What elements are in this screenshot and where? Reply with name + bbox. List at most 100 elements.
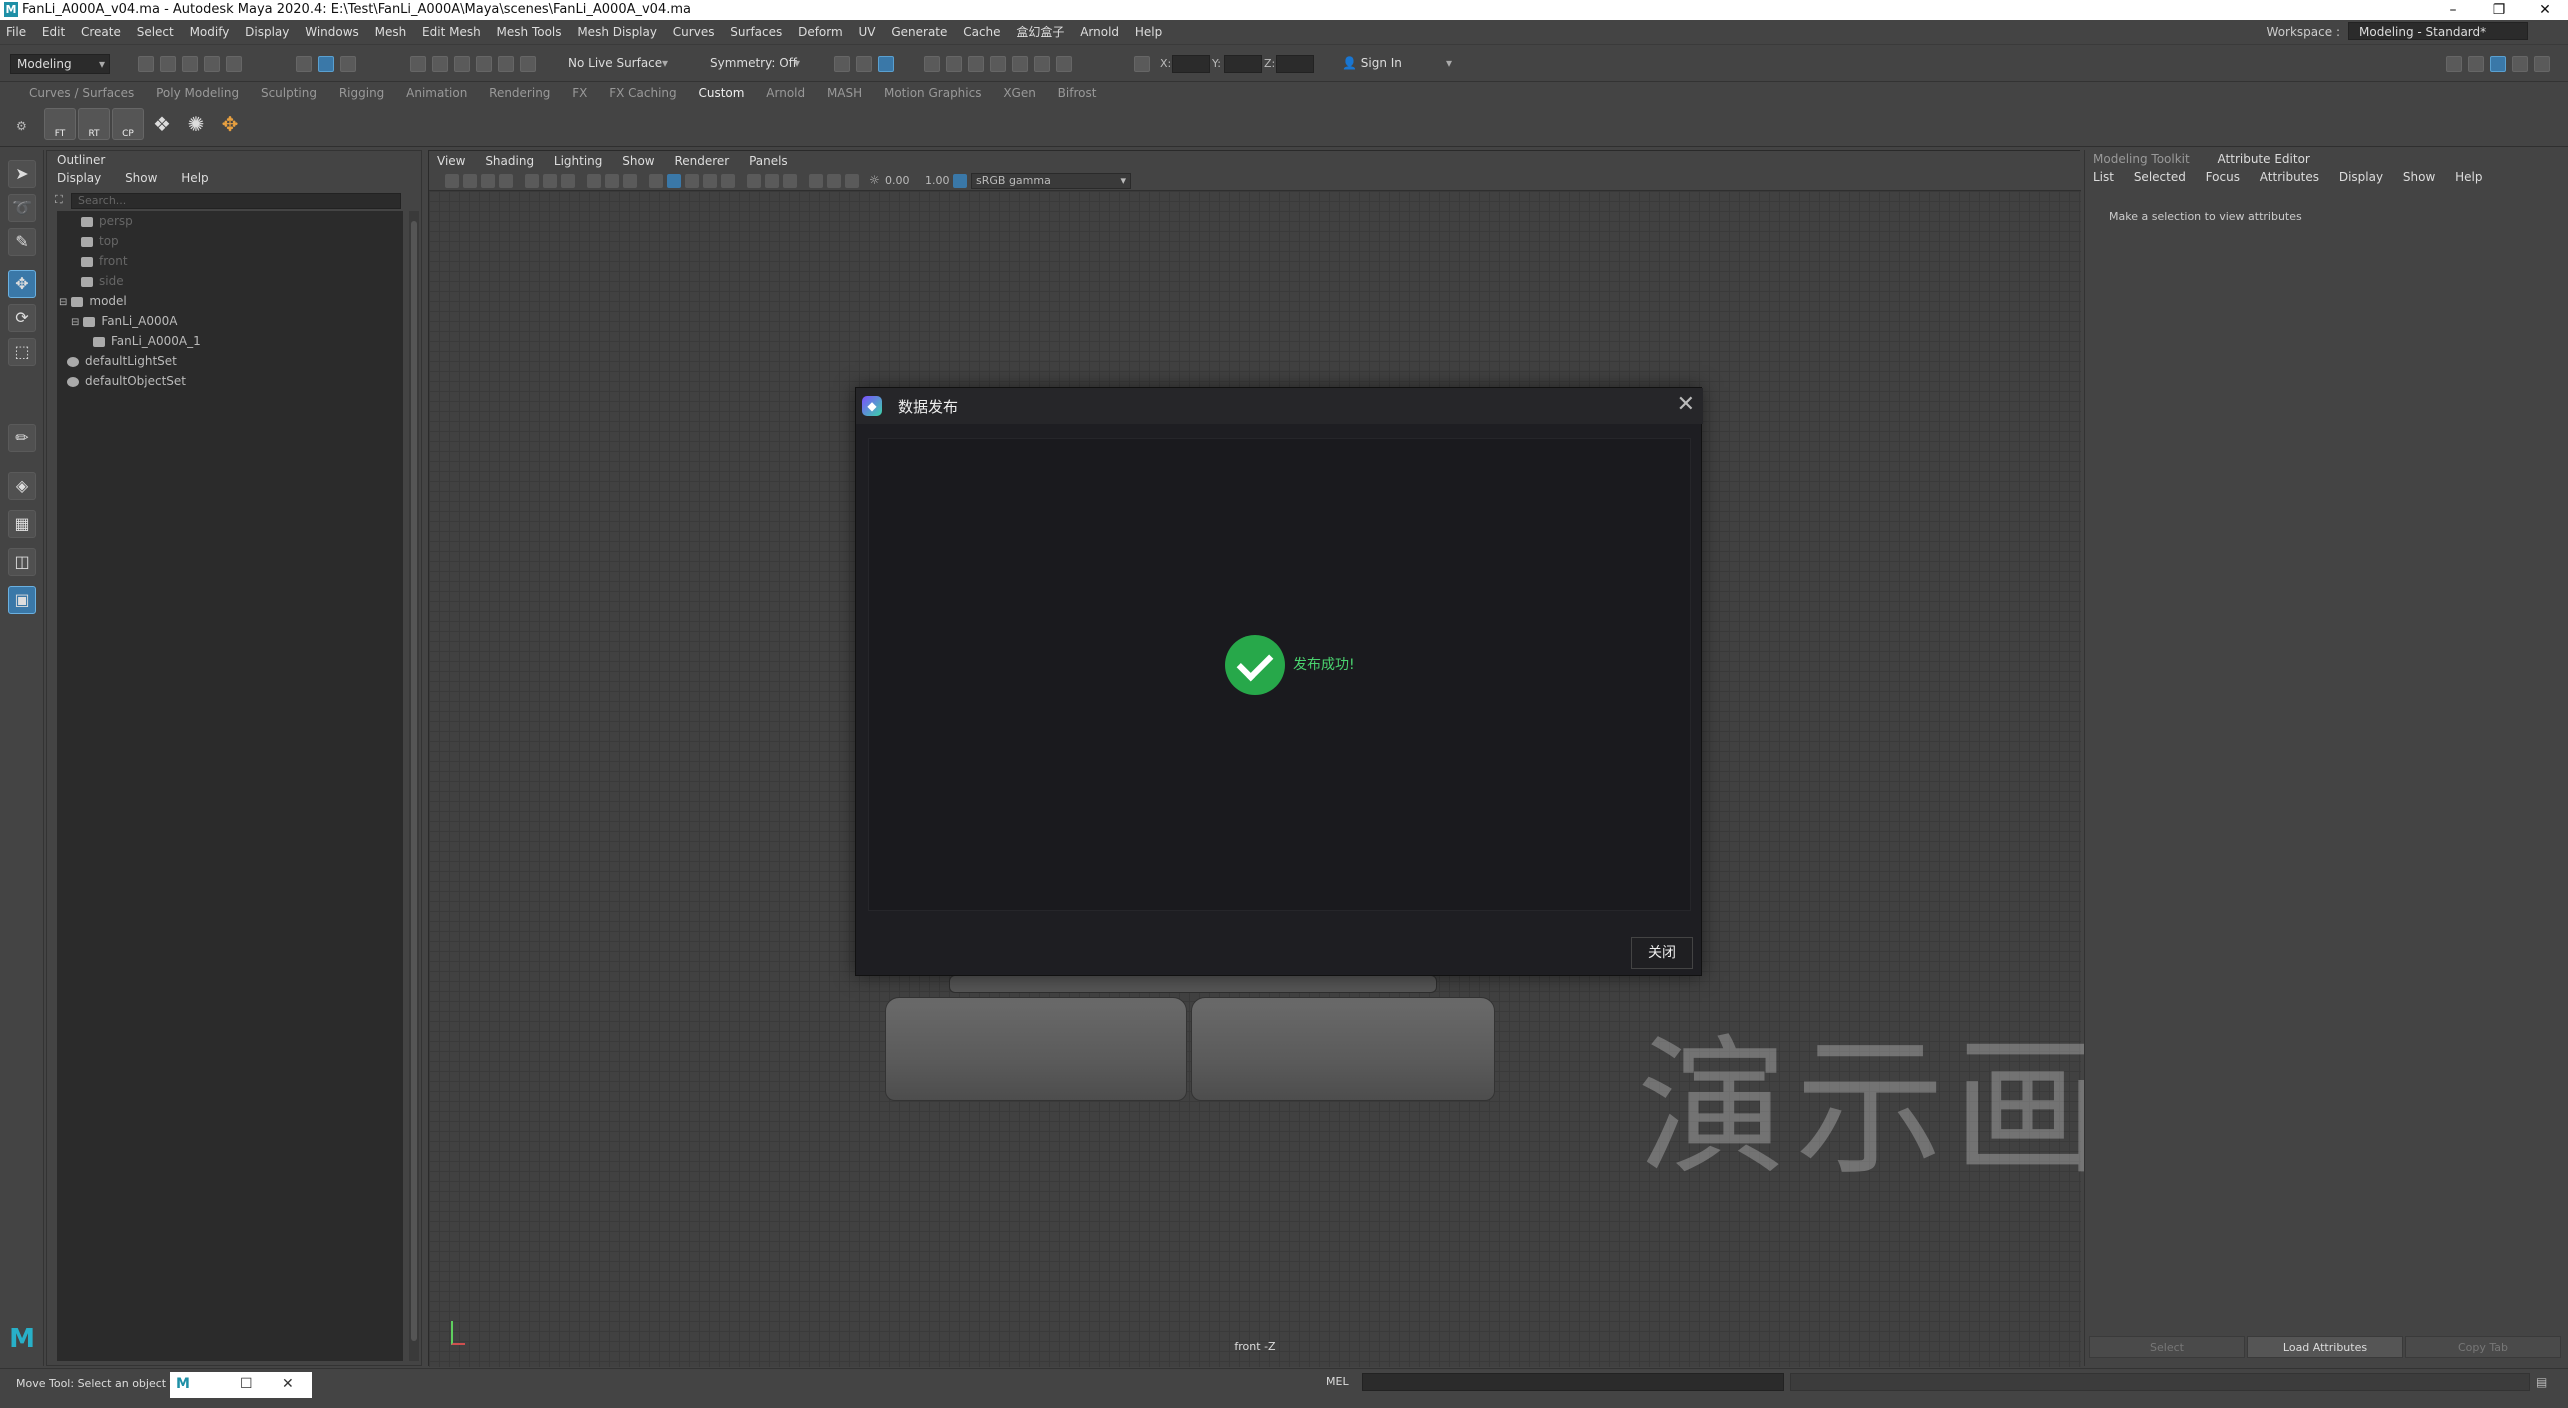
minimized-window[interactable]: M ☐ ✕ [170, 1372, 312, 1398]
attribute-editor-icon[interactable] [2468, 56, 2484, 72]
layout-four-icon[interactable]: ▦ [8, 510, 36, 538]
cube-shelf-icon[interactable]: ❖ [146, 108, 178, 140]
layout-single-icon[interactable]: ▣ [8, 586, 36, 614]
shelf-tab-rigging[interactable]: Rigging [339, 86, 384, 100]
lasso-tool-icon[interactable]: ➰ [8, 194, 36, 222]
menu-modify[interactable]: Modify [190, 25, 230, 39]
shelf-tab-bifrost[interactable]: Bifrost [1058, 86, 1097, 100]
layer-editor-icon[interactable] [2534, 56, 2550, 72]
shelf-tab-arnold[interactable]: Arnold [766, 86, 805, 100]
channel-box-icon[interactable] [2490, 56, 2506, 72]
viewport-menu-view[interactable]: View [437, 154, 465, 168]
shadows-icon[interactable] [685, 174, 699, 188]
menu-mesh-display[interactable]: Mesh Display [577, 25, 657, 39]
image-plane-icon[interactable] [499, 174, 513, 188]
shelf-tab-fx[interactable]: FX [572, 86, 587, 100]
menu-help[interactable]: Help [1135, 25, 1162, 39]
viewport-menu-panels[interactable]: Panels [749, 154, 788, 168]
transform-mode-icon[interactable] [1134, 56, 1150, 72]
select-hierarchy-icon[interactable] [296, 56, 312, 72]
tree-node-front[interactable]: front [81, 251, 128, 271]
outliner-menu-help[interactable]: Help [181, 171, 208, 185]
hypershade-icon[interactable] [946, 56, 962, 72]
layout-two-icon[interactable]: ◫ [8, 548, 36, 576]
camera-attributes-icon[interactable] [463, 174, 477, 188]
menu-cache[interactable]: Cache [963, 25, 1000, 39]
tab-modeling-toolkit[interactable]: Modeling Toolkit [2093, 152, 2190, 166]
ae-menu-show[interactable]: Show [2403, 170, 2435, 184]
tool-settings-icon[interactable] [2512, 56, 2528, 72]
sign-in-dropdown[interactable]: 👤 Sign In [1336, 54, 1456, 74]
menu-mesh[interactable]: Mesh [375, 25, 407, 39]
tree-node-fanli-a000a-1[interactable]: FanLi_A000A_1 [93, 331, 201, 351]
menu-generate[interactable]: Generate [891, 25, 947, 39]
hud-icon[interactable] [827, 174, 841, 188]
menu-uv[interactable]: UV [859, 25, 876, 39]
dialog-close-button[interactable]: 关闭 [1631, 937, 1693, 969]
minimized-restore-icon[interactable]: ☐ [240, 1376, 253, 1392]
shelf-tab-custom[interactable]: Custom [698, 86, 744, 100]
shelf-tab-mash[interactable]: MASH [827, 86, 862, 100]
menu-surfaces[interactable]: Surfaces [730, 25, 782, 39]
soft-select-icon[interactable]: ◈ [8, 472, 36, 500]
undo-icon[interactable] [204, 56, 220, 72]
select-object-icon[interactable] [318, 56, 334, 72]
select-tool-icon[interactable]: ➤ [8, 160, 36, 188]
workspace-dropdown[interactable]: Modeling - Standard* [2348, 22, 2528, 40]
menu-arnold[interactable]: Arnold [1080, 25, 1119, 39]
filter-icon[interactable]: ⛶ [55, 193, 63, 207]
menu-file[interactable]: File [6, 25, 26, 39]
ae-menu-display[interactable]: Display [2339, 170, 2383, 184]
xray-joints-icon[interactable] [783, 174, 797, 188]
expand-icon[interactable]: ⊟ [59, 297, 67, 308]
wrench-icon[interactable] [1056, 56, 1072, 72]
ae-menu-attributes[interactable]: Attributes [2260, 170, 2319, 184]
outliner-scrollbar[interactable] [409, 211, 419, 1361]
isolate-select-icon[interactable] [747, 174, 761, 188]
viewport-menu-shading[interactable]: Shading [485, 154, 534, 168]
film-gate-icon[interactable] [543, 174, 557, 188]
rotate-tool-icon[interactable]: ⟳ [8, 304, 36, 332]
restore-button[interactable]: ❐ [2476, 0, 2522, 20]
ambient-occlusion-icon[interactable] [703, 174, 717, 188]
ipr-render-icon[interactable] [878, 56, 894, 72]
minimized-close-icon[interactable]: ✕ [282, 1376, 294, 1392]
render-frame-icon[interactable] [856, 56, 872, 72]
outliner-search-input[interactable]: Search... [71, 193, 401, 209]
open-scene-icon[interactable] [160, 56, 176, 72]
snap-curve-icon[interactable] [432, 56, 448, 72]
light-editor-icon[interactable] [1034, 56, 1050, 72]
shelf-tab-motion-graphics[interactable]: Motion Graphics [884, 86, 982, 100]
ae-menu-list[interactable]: List [2093, 170, 2114, 184]
render-settings-icon[interactable] [924, 56, 940, 72]
x-field[interactable] [1172, 55, 1210, 73]
tree-node-persp[interactable]: persp [81, 211, 133, 231]
antialias-icon[interactable] [721, 174, 735, 188]
render-view-icon[interactable] [968, 56, 984, 72]
shelf-tab-rendering[interactable]: Rendering [489, 86, 550, 100]
tree-node-top[interactable]: top [81, 231, 119, 251]
paint-select-icon[interactable]: ✎ [8, 228, 36, 256]
shelf-settings-icon[interactable]: ⚙ [16, 119, 27, 133]
smooth-shade-icon[interactable] [605, 174, 619, 188]
menu-deform[interactable]: Deform [798, 25, 843, 39]
render-region-icon[interactable] [834, 56, 850, 72]
viewport-menu-lighting[interactable]: Lighting [554, 154, 603, 168]
tree-node-model[interactable]: ⊟ model [59, 291, 127, 311]
bookmark-icon[interactable] [481, 174, 495, 188]
color-management-icon[interactable] [953, 174, 967, 188]
wireframe-on-shaded-icon[interactable] [623, 174, 637, 188]
last-tool-icon[interactable]: ✏ [8, 424, 36, 452]
snap-view-icon[interactable] [476, 56, 492, 72]
viewport-menu-renderer[interactable]: Renderer [674, 154, 729, 168]
shelf-button-ft[interactable]: FT [44, 108, 76, 140]
gamma-value[interactable]: 1.00 [925, 174, 950, 187]
y-field[interactable] [1224, 55, 1262, 73]
ae-menu-help[interactable]: Help [2455, 170, 2482, 184]
tool-shelf-icon[interactable]: ✥ [214, 108, 246, 140]
select-button[interactable]: Select [2089, 1336, 2245, 1358]
snap-vertex-icon[interactable] [520, 56, 536, 72]
move-tool-icon[interactable]: ✥ [8, 270, 36, 298]
shelf-tab-sculpting[interactable]: Sculpting [261, 86, 317, 100]
tab-attribute-editor[interactable]: Attribute Editor [2218, 152, 2310, 166]
